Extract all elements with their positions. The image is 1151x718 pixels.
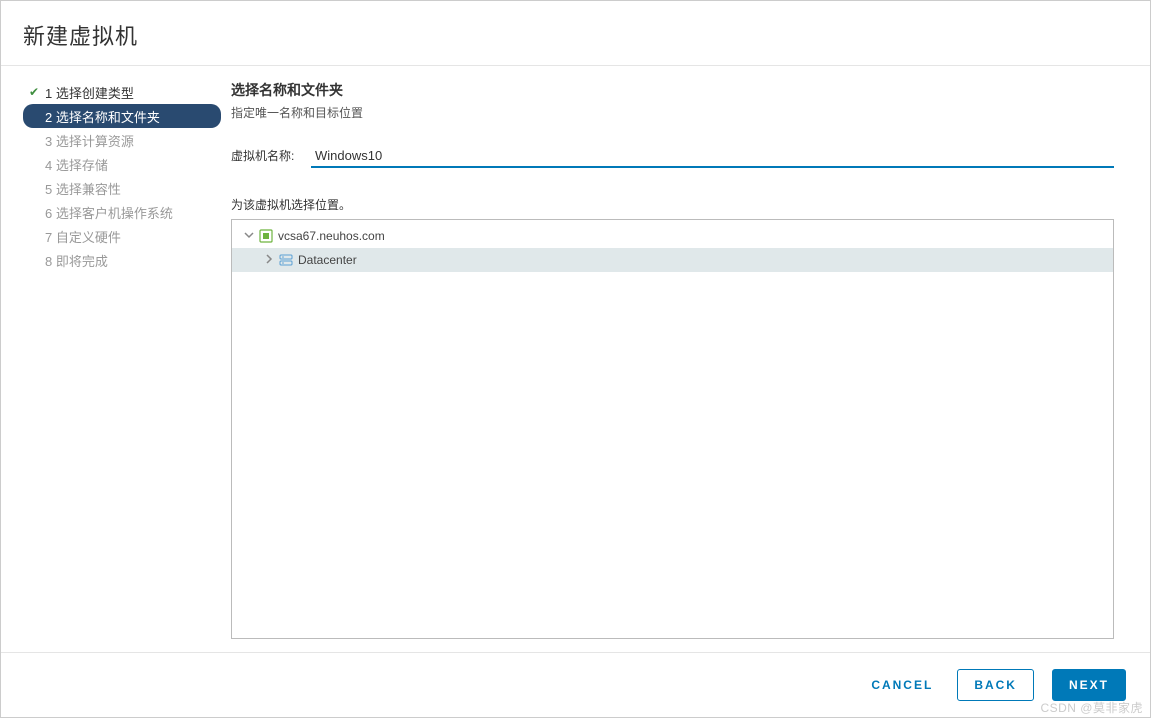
step-4-storage: ✔ 4 选择存储 (23, 152, 221, 176)
dialog-title: 新建虚拟机 (23, 19, 1128, 51)
step-label: 3 选择计算资源 (45, 131, 134, 150)
step-6-guest-os: ✔ 6 选择客户机操作系统 (23, 200, 221, 224)
step-7-customize-hardware: ✔ 7 自定义硬件 (23, 224, 221, 248)
cancel-button[interactable]: CANCEL (865, 670, 939, 700)
step-label: 6 选择客户机操作系统 (45, 203, 173, 222)
dialog-footer: CANCEL BACK NEXT (1, 652, 1150, 717)
step-label: 1 选择创建类型 (45, 83, 134, 102)
wizard-content: 选择名称和文件夹 指定唯一名称和目标位置 虚拟机名称: 为该虚拟机选择位置。 (231, 66, 1150, 652)
step-label: 5 选择兼容性 (45, 179, 121, 198)
chevron-right-icon[interactable] (262, 254, 276, 267)
tree-node-datacenter[interactable]: Datacenter (232, 248, 1113, 272)
step-3-compute-resource: ✔ 3 选择计算资源 (23, 128, 221, 152)
step-label: 2 选择名称和文件夹 (45, 107, 160, 126)
location-tree[interactable]: vcsa67.neuhos.com Datacenter (231, 219, 1114, 639)
section-title: 选择名称和文件夹 (231, 80, 1114, 100)
step-8-ready-complete: ✔ 8 即将完成 (23, 248, 221, 272)
chevron-down-icon[interactable] (242, 230, 256, 243)
step-1-creation-type[interactable]: ✔ 1 选择创建类型 (23, 80, 221, 104)
back-button[interactable]: BACK (957, 669, 1034, 701)
vm-name-input[interactable] (311, 145, 1114, 168)
tree-node-label: vcsa67.neuhos.com (278, 229, 385, 243)
step-label: 4 选择存储 (45, 155, 108, 174)
checkmark-icon: ✔ (29, 85, 43, 99)
wizard-steps-sidebar: ✔ 1 选择创建类型 ✔ 2 选择名称和文件夹 ✔ 3 选择计算资源 ✔ 4 选… (1, 66, 231, 652)
step-5-compatibility: ✔ 5 选择兼容性 (23, 176, 221, 200)
location-label: 为该虚拟机选择位置。 (231, 196, 1114, 213)
dialog-header: 新建虚拟机 (1, 1, 1150, 66)
tree-node-vcenter[interactable]: vcsa67.neuhos.com (232, 224, 1113, 248)
step-label: 7 自定义硬件 (45, 227, 121, 246)
datacenter-icon (278, 252, 294, 268)
vcenter-icon (258, 228, 274, 244)
next-button[interactable]: NEXT (1052, 669, 1126, 701)
dialog-body: ✔ 1 选择创建类型 ✔ 2 选择名称和文件夹 ✔ 3 选择计算资源 ✔ 4 选… (1, 66, 1150, 652)
new-vm-dialog: 新建虚拟机 ✔ 1 选择创建类型 ✔ 2 选择名称和文件夹 ✔ 3 选择计算资源… (0, 0, 1151, 718)
vm-name-field-row: 虚拟机名称: (231, 145, 1114, 168)
step-label: 8 即将完成 (45, 251, 108, 270)
vm-name-label: 虚拟机名称: (231, 147, 311, 164)
step-2-name-folder[interactable]: ✔ 2 选择名称和文件夹 (23, 104, 221, 128)
tree-node-label: Datacenter (298, 253, 357, 267)
section-subtitle: 指定唯一名称和目标位置 (231, 104, 1114, 121)
